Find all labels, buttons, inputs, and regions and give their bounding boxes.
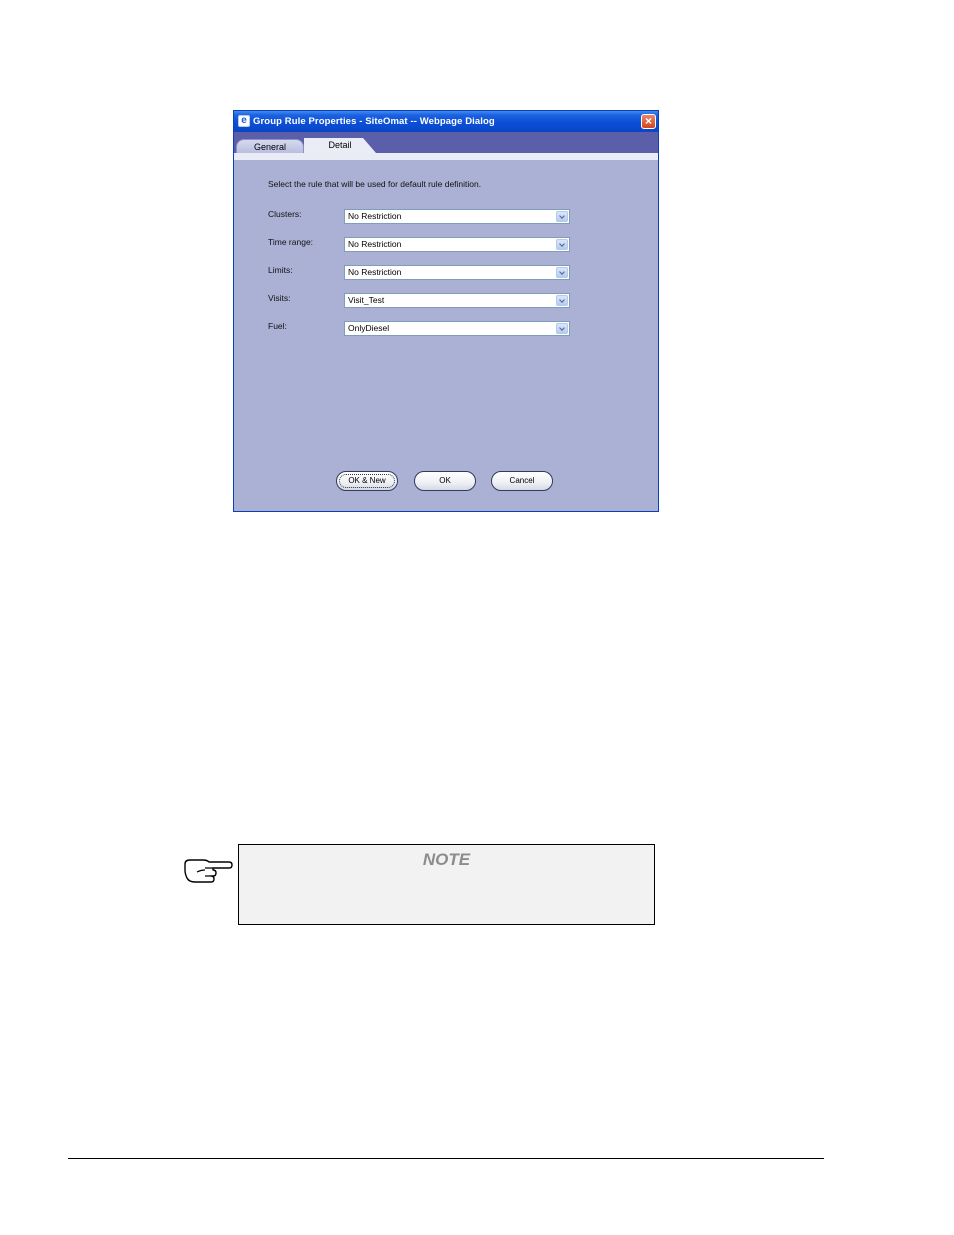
chevron-down-icon[interactable]	[556, 323, 568, 334]
ie-page-icon: e	[238, 115, 250, 127]
ok-and-new-button[interactable]: OK & New	[336, 471, 398, 491]
time-range-select-value: No Restriction	[348, 239, 402, 249]
chevron-down-icon[interactable]	[556, 211, 568, 222]
dialog-title: Group Rule Properties - SiteOmat -- Webp…	[253, 116, 495, 127]
tab-detail[interactable]: Detail	[304, 138, 376, 153]
clusters-select-value: No Restriction	[348, 211, 402, 221]
fuel-select-value: OnlyDiesel	[348, 323, 390, 333]
close-button[interactable]: ×	[641, 114, 656, 129]
limits-select[interactable]: No Restriction	[344, 265, 570, 280]
cancel-button[interactable]: Cancel	[491, 471, 553, 491]
fuel-select[interactable]: OnlyDiesel	[344, 321, 570, 336]
instruction-text: Select the rule that will be used for de…	[268, 179, 482, 189]
dialog-titlebar[interactable]: e Group Rule Properties - SiteOmat -- We…	[234, 111, 658, 132]
time-range-select[interactable]: No Restriction	[344, 237, 570, 252]
footer-divider	[68, 1158, 824, 1159]
clusters-select[interactable]: No Restriction	[344, 209, 570, 224]
tab-content-strip	[234, 153, 658, 160]
visits-label: Visits:	[268, 293, 291, 303]
focus-ring	[339, 474, 395, 488]
fuel-label: Fuel:	[268, 321, 287, 331]
limits-label: Limits:	[268, 265, 293, 275]
note-box: NOTE	[238, 844, 655, 925]
visits-select[interactable]: Visit_Test	[344, 293, 570, 308]
tab-general[interactable]: General	[236, 139, 304, 153]
clusters-label: Clusters:	[268, 209, 302, 219]
note-title: NOTE	[422, 850, 471, 869]
group-rule-properties-dialog: e Group Rule Properties - SiteOmat -- We…	[233, 110, 659, 512]
tab-bar: General Detail	[234, 132, 658, 153]
time-range-label: Time range:	[268, 237, 314, 247]
ok-button[interactable]: OK	[414, 471, 476, 491]
pointing-hand-icon	[184, 859, 233, 883]
chevron-down-icon[interactable]	[556, 239, 568, 250]
visits-select-value: Visit_Test	[348, 295, 385, 305]
chevron-down-icon[interactable]	[556, 267, 568, 278]
limits-select-value: No Restriction	[348, 267, 402, 277]
chevron-down-icon[interactable]	[556, 295, 568, 306]
